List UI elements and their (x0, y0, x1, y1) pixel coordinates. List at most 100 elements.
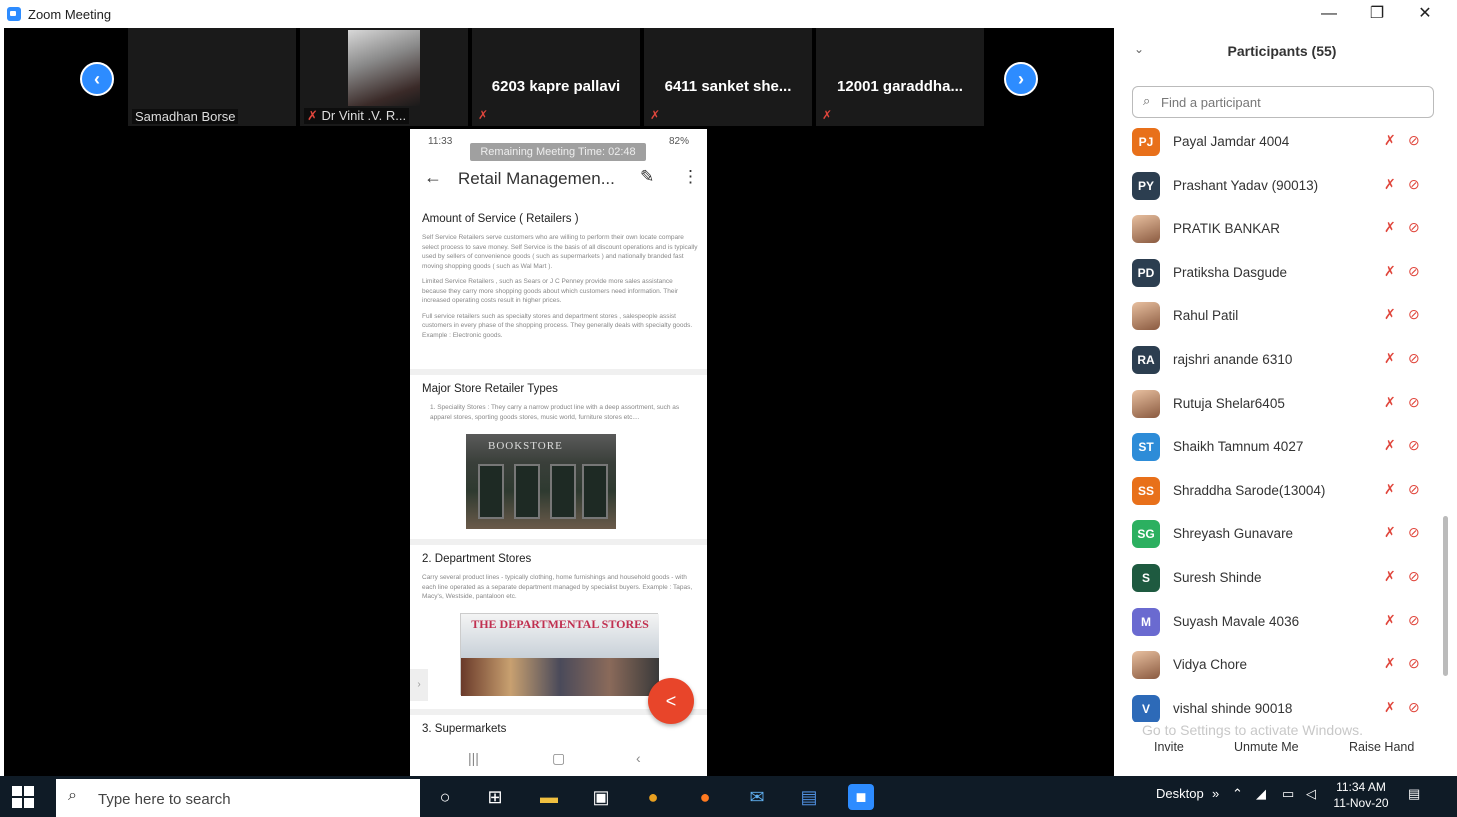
participant-name: Rahul Patil (1173, 308, 1239, 324)
video-off-icon[interactable]: ⊘ (1408, 568, 1420, 585)
taskbar-search-box[interactable]: ⌕ Type here to search (56, 779, 420, 817)
tray-up-icon[interactable]: ⌃ (1232, 786, 1243, 802)
video-off-icon[interactable]: ⊘ (1408, 219, 1420, 236)
shared-screen: 11:33 82% Remaining Meeting Time: 02:48 … (410, 129, 707, 776)
video-thumbnail[interactable]: 12001 garaddha... ✗ (816, 28, 984, 126)
muted-mic-icon[interactable]: ✗ (1384, 394, 1396, 411)
video-off-icon[interactable]: ⊘ (1408, 350, 1420, 367)
word-icon[interactable]: ▤ (796, 784, 822, 810)
bookstore-sign: BOOKSTORE (488, 440, 563, 452)
store-window (478, 464, 504, 519)
participants-panel: ⌄ Participants (55) ⌕ PJPayal Jamdar 400… (1114, 28, 1457, 776)
participant-row[interactable]: Rutuja Shelar6405 ✗ ⊘ (1114, 382, 1444, 425)
video-off-icon[interactable]: ⊘ (1408, 306, 1420, 323)
firefox-icon[interactable]: ● (692, 784, 718, 810)
avatar: V (1132, 694, 1160, 722)
muted-mic-icon[interactable]: ✗ (1384, 132, 1396, 149)
participant-list-scrollbar[interactable] (1443, 516, 1448, 676)
muted-mic-icon[interactable]: ✗ (1384, 481, 1396, 498)
muted-mic-icon[interactable]: ✗ (1384, 350, 1396, 367)
title-bar: Zoom Meeting — ❐ ✕ (0, 0, 1457, 28)
participant-row[interactable]: SG Shreyash Gunavare ✗ ⊘ (1114, 512, 1444, 555)
task-view-icon[interactable]: ⊞ (482, 784, 508, 810)
video-thumbnail[interactable]: 6203 kapre pallavi ✗ (472, 28, 640, 126)
participant-row[interactable]: S Suresh Shinde ✗ ⊘ (1114, 556, 1444, 599)
muted-mic-icon[interactable]: ✗ (1384, 219, 1396, 236)
close-button[interactable]: ✕ (1410, 2, 1440, 26)
muted-mic-icon[interactable]: ✗ (1384, 699, 1396, 716)
participant-row[interactable]: RA rajshri anande 6310 ✗ ⊘ (1114, 338, 1444, 381)
participant-row[interactable]: PRATIK BANKAR ✗ ⊘ (1114, 207, 1444, 250)
video-thumbnail[interactable]: ✗ Dr Vinit .V. R... (300, 28, 468, 126)
cortana-icon[interactable]: ○ (432, 784, 458, 810)
video-off-icon[interactable]: ⊘ (1408, 481, 1420, 498)
video-off-icon[interactable]: ⊘ (1408, 699, 1420, 716)
unmute-me-button[interactable]: Unmute Me (1234, 740, 1299, 754)
taskbar-clock[interactable]: 11:34 AM 11-Nov-20 (1330, 779, 1392, 811)
edit-pencil-icon[interactable]: ✎ (640, 167, 654, 187)
participant-row[interactable]: PJ Payal Jamdar 4004 ✗ ⊘ (1114, 120, 1444, 163)
video-off-icon[interactable]: ⊘ (1408, 263, 1420, 280)
participant-row[interactable]: Rahul Patil ✗ ⊘ (1114, 294, 1444, 337)
participant-search-input[interactable] (1161, 92, 1421, 112)
video-off-icon[interactable]: ⊘ (1408, 437, 1420, 454)
video-off-icon[interactable]: ⊘ (1408, 394, 1420, 411)
mail-icon[interactable]: ✉ (744, 784, 770, 810)
overflow-chevron-icon[interactable]: » (1212, 786, 1219, 801)
participant-row[interactable]: M Suyash Mavale 4036 ✗ ⊘ (1114, 600, 1444, 643)
video-off-icon[interactable]: ⊘ (1408, 524, 1420, 541)
network-icon[interactable]: ◢ (1256, 786, 1266, 802)
participant-name: Payal Jamdar 4004 (1173, 134, 1290, 149)
muted-mic-icon[interactable]: ✗ (1384, 612, 1396, 629)
file-explorer-icon[interactable]: ▬ (536, 784, 562, 810)
video-thumbnail[interactable]: 6411 sanket she... ✗ (644, 28, 812, 126)
store-icon[interactable]: ▣ (588, 784, 614, 810)
volume-icon[interactable]: ◁ (1306, 786, 1316, 802)
raise-hand-button[interactable]: Raise Hand (1349, 740, 1414, 754)
participant-row[interactable]: PD Pratiksha Dasgude ✗ ⊘ (1114, 251, 1444, 294)
back-arrow-icon[interactable]: ← (424, 167, 442, 188)
participant-row[interactable]: SS Shraddha Sarode(13004) ✗ ⊘ (1114, 469, 1444, 512)
image-photos (461, 658, 659, 696)
video-off-icon[interactable]: ⊘ (1408, 655, 1420, 672)
home-icon[interactable]: ▢ (552, 750, 565, 767)
video-off-icon[interactable]: ⊘ (1408, 176, 1420, 193)
battery-icon[interactable]: ▭ (1282, 786, 1294, 802)
muted-mic-icon[interactable]: ✗ (1384, 437, 1396, 454)
back-icon[interactable]: ‹ (636, 750, 641, 766)
share-fab-button[interactable]: < (648, 678, 694, 724)
zoom-taskbar-icon[interactable]: ■ (848, 784, 874, 810)
participant-row[interactable]: Vvishal shinde 90018 ✗ ⊘ (1114, 687, 1444, 722)
minimize-button[interactable]: — (1314, 2, 1344, 26)
notification-icon[interactable]: ▤ (1408, 786, 1420, 802)
muted-mic-icon[interactable]: ✗ (1384, 568, 1396, 585)
participant-row[interactable]: Vidya Chore ✗ ⊘ (1114, 643, 1444, 686)
participant-name: PRATIK BANKAR (1173, 221, 1281, 237)
video-off-icon[interactable]: ⊘ (1408, 612, 1420, 629)
muted-mic-icon[interactable]: ✗ (1384, 524, 1396, 541)
side-tab-handle[interactable]: › (410, 669, 428, 701)
video-off-icon[interactable]: ⊘ (1408, 132, 1420, 149)
windows-start-button[interactable] (12, 786, 34, 808)
prev-page-button[interactable]: ‹ (80, 62, 114, 96)
muted-mic-icon[interactable]: ✗ (1384, 306, 1396, 323)
chrome-icon[interactable]: ● (640, 784, 666, 810)
more-menu-icon[interactable]: ⋮ (682, 167, 699, 187)
muted-mic-icon[interactable]: ✗ (1384, 176, 1396, 193)
avatar: ST (1132, 433, 1160, 462)
store-window (514, 464, 540, 519)
participant-row[interactable]: ST Shaikh Tamnum 4027 ✗ ⊘ (1114, 425, 1444, 468)
participant-row[interactable]: PY Prashant Yadav (90013) ✗ ⊘ (1114, 164, 1444, 207)
recent-apps-icon[interactable]: ||| (468, 750, 479, 766)
muted-mic-icon[interactable]: ✗ (1384, 655, 1396, 672)
thumbnail-name: 6411 sanket she... (664, 78, 792, 95)
video-thumbnail[interactable]: Samadhan Borse (128, 28, 296, 126)
desktop-toolbar[interactable]: Desktop (1156, 786, 1204, 801)
invite-button[interactable]: Invite (1154, 740, 1184, 754)
muted-mic-icon[interactable]: ✗ (1384, 263, 1396, 280)
store-window (582, 464, 608, 519)
share-icon: < (665, 691, 677, 711)
next-page-button[interactable]: › (1004, 62, 1038, 96)
store-window (550, 464, 576, 519)
restore-button[interactable]: ❐ (1362, 2, 1392, 26)
